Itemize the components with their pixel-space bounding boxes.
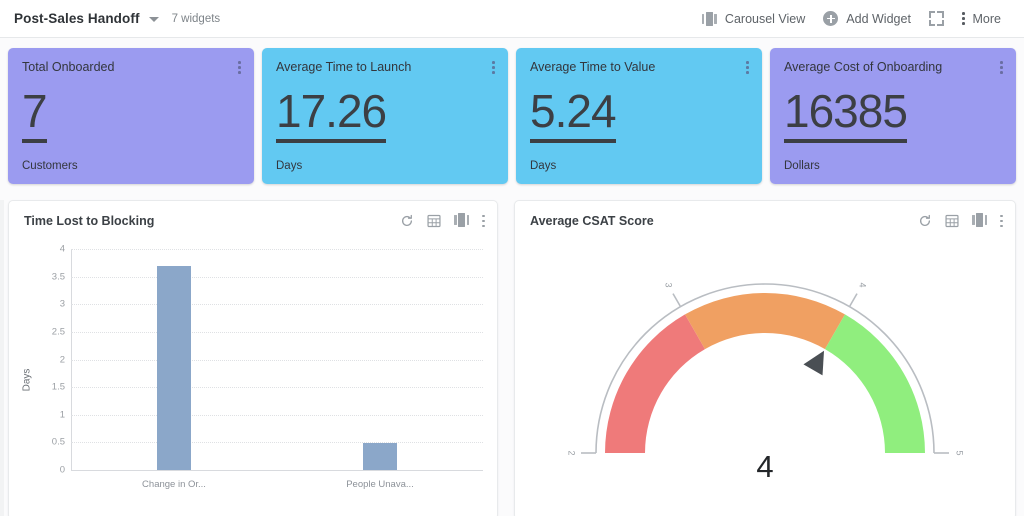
- kebab-icon[interactable]: [482, 214, 485, 228]
- kpi-menu-button[interactable]: [238, 61, 241, 74]
- y-axis-label: Days: [21, 368, 33, 392]
- widget-time-lost-to-blocking: Time Lost to Blocking Days 0 0.5 1 1.5 2…: [8, 200, 498, 516]
- kpi-value: 17.26: [276, 88, 387, 143]
- gridline: [71, 304, 483, 306]
- refresh-icon[interactable]: [918, 214, 932, 228]
- widget-count-label: 7 widgets: [171, 12, 221, 25]
- kpi-card-average-cost-of-onboarding[interactable]: Average Cost of Onboarding 16385 Dollars: [770, 48, 1016, 184]
- y-axis-tick-label: 0: [59, 464, 65, 476]
- kpi-unit: Days: [530, 160, 557, 172]
- plus-circle-icon: [823, 11, 839, 26]
- widget-title: Time Lost to Blocking: [24, 214, 155, 228]
- more-button[interactable]: More: [953, 0, 1010, 38]
- y-axis-tick-label: 0.5: [51, 436, 65, 448]
- panel-edge-sliver: [0, 200, 4, 516]
- kebab-icon: [961, 12, 965, 25]
- gridline: [71, 387, 483, 389]
- gauge-chart: 2 3 4 5 4: [515, 241, 1015, 516]
- y-axis-tick-label: 1.5: [51, 381, 65, 393]
- kpi-value: 7: [22, 88, 48, 143]
- x-axis-tick-label: People Unava...: [346, 479, 414, 490]
- kpi-value-wrap: 16385: [784, 71, 1002, 160]
- gauge-band: [825, 314, 925, 453]
- gauge-tick-label: 2: [567, 450, 577, 455]
- kebab-icon[interactable]: [1000, 214, 1003, 228]
- gauge-value-label: 4: [756, 449, 774, 484]
- x-axis-tick-label: Change in Or...: [142, 479, 206, 490]
- widget-title: Average CSAT Score: [530, 214, 654, 228]
- add-widget-label: Add Widget: [846, 11, 911, 26]
- y-axis-tick-label: 1: [59, 409, 65, 421]
- kpi-value-wrap: 5.24: [530, 71, 748, 160]
- widget-average-csat-score: Average CSAT Score 2 3 4 5 4: [514, 200, 1016, 516]
- gauge-tick-label: 3: [664, 282, 674, 287]
- kpi-card-average-time-to-launch[interactable]: Average Time to Launch 17.26 Days: [262, 48, 508, 184]
- gridline: [71, 331, 483, 333]
- kpi-unit: Customers: [22, 160, 78, 172]
- gauge-tick-label: 4: [858, 282, 868, 287]
- table-view-icon[interactable]: [945, 214, 959, 228]
- carousel-icon[interactable]: [454, 212, 470, 230]
- widget-tools: [918, 212, 1003, 230]
- carousel-icon: [701, 11, 717, 26]
- gauge-band: [605, 314, 705, 453]
- kpi-menu-button[interactable]: [1000, 61, 1003, 74]
- kpi-value-wrap: 17.26: [276, 71, 494, 160]
- more-label: More: [972, 11, 1001, 26]
- bar[interactable]: [363, 443, 397, 470]
- y-axis-tick-label: 2.5: [51, 326, 65, 338]
- kpi-value: 5.24: [530, 88, 617, 143]
- widget-header: Average CSAT Score: [515, 201, 1015, 241]
- dashboard-app: Post-Sales Handoff 7 widgets Carousel Vi…: [0, 0, 1024, 516]
- plot-area: 0 0.5 1 1.5 2 2.5 3 3.5 4 Change in Or... People U…: [52, 244, 483, 490]
- y-axis-tick-label: 4: [59, 243, 65, 255]
- kpi-menu-button[interactable]: [746, 61, 749, 74]
- kpi-card-average-time-to-value[interactable]: Average Time to Value 5.24 Days: [516, 48, 762, 184]
- gridline: [71, 276, 483, 278]
- page-title: Post-Sales Handoff: [14, 11, 140, 26]
- gauge-tick-label: 5: [955, 450, 965, 455]
- widget-header: Time Lost to Blocking: [9, 201, 497, 241]
- widget-body: Days 0 0.5 1 1.5 2 2.5 3 3.5 4 Change in Or... Peo…: [9, 241, 497, 516]
- chevron-down-icon[interactable]: [148, 17, 159, 22]
- kpi-value-wrap: 7: [22, 71, 240, 160]
- gridline: [71, 249, 483, 250]
- expand-icon: [928, 11, 944, 26]
- gridline: [71, 414, 483, 416]
- kpi-unit: Days: [276, 160, 303, 172]
- bar[interactable]: [157, 265, 191, 470]
- kpi-value: 16385: [784, 88, 908, 143]
- widget-body: 2 3 4 5 4: [515, 241, 1015, 516]
- gridline: [71, 442, 483, 444]
- y-axis-tick-label: 3.5: [51, 271, 65, 283]
- kpi-menu-button[interactable]: [492, 61, 495, 74]
- gauge-needle: [803, 350, 824, 376]
- gauge-svg: 2 3 4 5: [567, 282, 965, 455]
- kpi-unit: Dollars: [784, 160, 820, 172]
- gridline: [71, 359, 483, 361]
- toolbar-actions: Carousel View Add Widget More: [693, 0, 1010, 38]
- carousel-icon[interactable]: [972, 212, 988, 230]
- bar-chart: Days 0 0.5 1 1.5 2 2.5 3 3.5 4 Change in Or... Peo…: [9, 241, 497, 516]
- gauge-tick: [672, 293, 682, 308]
- refresh-icon[interactable]: [400, 214, 414, 228]
- gauge-band: [685, 293, 845, 350]
- carousel-view-label: Carousel View: [724, 11, 806, 26]
- kpi-card-row: Total Onboarded 7 Customers Average Time…: [8, 48, 1016, 184]
- y-axis-tick-label: 3: [59, 298, 65, 310]
- expand-button[interactable]: [920, 0, 953, 38]
- widget-tools: [400, 212, 485, 230]
- y-axis-tick-label: 2: [59, 354, 65, 365]
- add-widget-button[interactable]: Add Widget: [814, 0, 920, 38]
- dashboard-toolbar: Post-Sales Handoff 7 widgets Carousel Vi…: [0, 0, 1024, 38]
- kpi-card-total-onboarded[interactable]: Total Onboarded 7 Customers: [8, 48, 254, 184]
- table-view-icon[interactable]: [427, 214, 441, 228]
- gauge-tick: [848, 293, 858, 308]
- carousel-view-button[interactable]: Carousel View: [693, 0, 814, 38]
